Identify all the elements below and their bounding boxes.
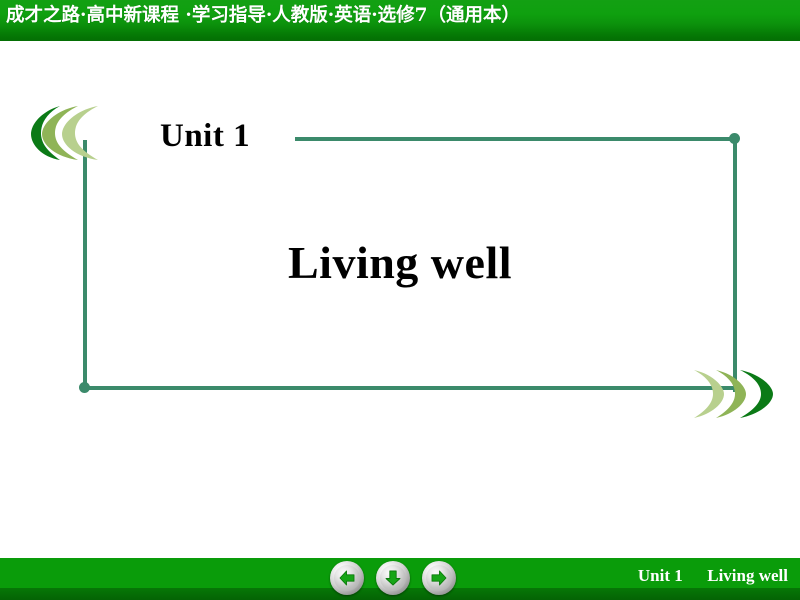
frame-line-bottom <box>85 386 737 390</box>
frame-line-top <box>295 137 737 141</box>
slide-navigation-buttons <box>330 558 460 598</box>
arrow-right-icon <box>431 570 447 586</box>
unit-label: Unit 1 <box>160 118 251 154</box>
page-title: Living well <box>287 237 513 288</box>
footer-caption: Unit 1 Living well <box>638 566 788 586</box>
footer-title-label: Living well <box>707 566 788 585</box>
arrow-left-icon <box>339 570 355 586</box>
header-bar: 成才之路·高中新课程 ·学习指导·人教版·英语·选修7（通用本） <box>0 0 800 41</box>
right-chevron-cluster <box>690 368 782 420</box>
next-slide-button[interactable] <box>422 561 456 595</box>
chevron-left-light-icon <box>62 106 98 160</box>
previous-slide-button[interactable] <box>330 561 364 595</box>
arrow-down-icon <box>385 570 401 586</box>
frame-corner-dot-bottom-left <box>79 382 90 393</box>
left-chevron-cluster <box>30 104 130 162</box>
chevron-right-light-icon <box>694 370 724 418</box>
footer-unit-label: Unit 1 <box>637 566 683 585</box>
header-title: 成才之路·高中新课程 ·学习指导·人教版·英语·选修7（通用本） <box>6 5 521 26</box>
down-slide-button[interactable] <box>376 561 410 595</box>
presentation-slide: 成才之路·高中新课程 ·学习指导·人教版·英语·选修7（通用本） Unit 1 … <box>0 0 800 600</box>
frame-corner-dot-top-right <box>729 133 740 144</box>
